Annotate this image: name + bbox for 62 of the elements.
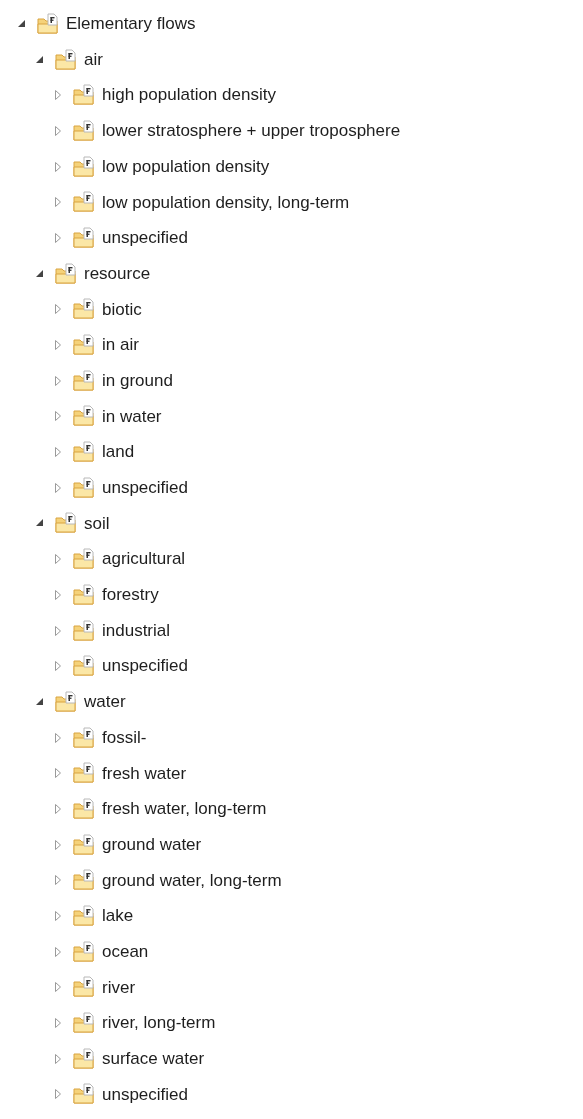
- folder-icon: [55, 262, 77, 285]
- folder-icon: [73, 655, 95, 678]
- tree-item-label[interactable]: in air: [102, 332, 139, 358]
- tree-item-label[interactable]: ground water, long-term: [102, 867, 282, 894]
- tree-item-label[interactable]: Elementary flows: [66, 11, 196, 37]
- tree-item-label[interactable]: forestry: [102, 582, 159, 608]
- folder-icon: [73, 1012, 95, 1035]
- tree-item-label[interactable]: fresh water, long-term: [102, 796, 267, 822]
- folder-icon: [73, 869, 95, 892]
- tree-item-label[interactable]: low population density, long-term: [102, 189, 350, 216]
- folder-icon: [73, 191, 95, 214]
- tree-item-label[interactable]: lake: [102, 903, 134, 929]
- tree-item-label[interactable]: surface water: [102, 1046, 205, 1072]
- tree-item-label[interactable]: lower stratosphere + upper troposphere: [102, 118, 401, 144]
- folder-icon: [73, 905, 95, 928]
- folder-icon: [73, 1047, 95, 1070]
- tree-item-label[interactable]: unspecified: [102, 475, 188, 501]
- tree-item-label[interactable]: industrial: [102, 617, 171, 644]
- tree-item-label[interactable]: air: [84, 46, 103, 73]
- folder-icon: [73, 583, 95, 606]
- tree-item-label[interactable]: agricultural: [102, 546, 186, 572]
- tree-item-label[interactable]: biotic: [102, 296, 142, 323]
- tree-item-label[interactable]: ground water: [102, 831, 202, 858]
- folder-icon: [73, 797, 95, 820]
- folder-icon: [73, 119, 95, 142]
- folder-icon: [73, 976, 95, 999]
- folder-icon: [73, 334, 95, 357]
- tree-item-label[interactable]: resource: [84, 260, 151, 287]
- tree-item-label[interactable]: river, long-term: [102, 1010, 216, 1036]
- tree-item-label[interactable]: soil: [84, 510, 110, 537]
- folder-icon: [73, 298, 95, 321]
- folder-icon: [55, 690, 77, 713]
- tree-item-label[interactable]: in ground: [102, 367, 173, 394]
- folder-icon: [73, 476, 95, 499]
- tree-item-label[interactable]: land: [102, 439, 135, 465]
- folder-icon: [73, 619, 95, 642]
- folder-icon: [73, 405, 95, 428]
- folder-icon: [73, 155, 95, 178]
- tree-item-label[interactable]: unspecified: [102, 653, 188, 679]
- folder-icon: [73, 548, 95, 571]
- tree-item-label[interactable]: in water: [102, 403, 162, 430]
- folder-icon: [55, 512, 77, 535]
- tree-item-label[interactable]: unspecified: [102, 225, 188, 251]
- tree-item-label[interactable]: ocean: [102, 938, 149, 965]
- tree-item-label[interactable]: fresh water: [102, 760, 187, 787]
- tree-item-label[interactable]: low population density: [102, 153, 270, 180]
- folder-icon: [73, 726, 95, 749]
- folder-icon: [73, 940, 95, 963]
- tree-item-label[interactable]: fossil-: [102, 724, 147, 751]
- folder-icon: [37, 12, 59, 35]
- folder-icon: [73, 762, 95, 785]
- tree-item-label[interactable]: water: [84, 689, 126, 715]
- folder-icon: [73, 441, 95, 464]
- folder-icon: [73, 84, 95, 107]
- tree-item-label[interactable]: river: [102, 974, 136, 1001]
- tree-item-label[interactable]: high population density: [102, 82, 276, 108]
- folder-icon: [73, 1083, 95, 1106]
- folder-icon: [73, 369, 95, 392]
- folder-icon: [55, 48, 77, 71]
- folder-icon: [73, 833, 95, 856]
- tree-item-label[interactable]: unspecified: [102, 1081, 188, 1108]
- folder-icon: [73, 226, 95, 249]
